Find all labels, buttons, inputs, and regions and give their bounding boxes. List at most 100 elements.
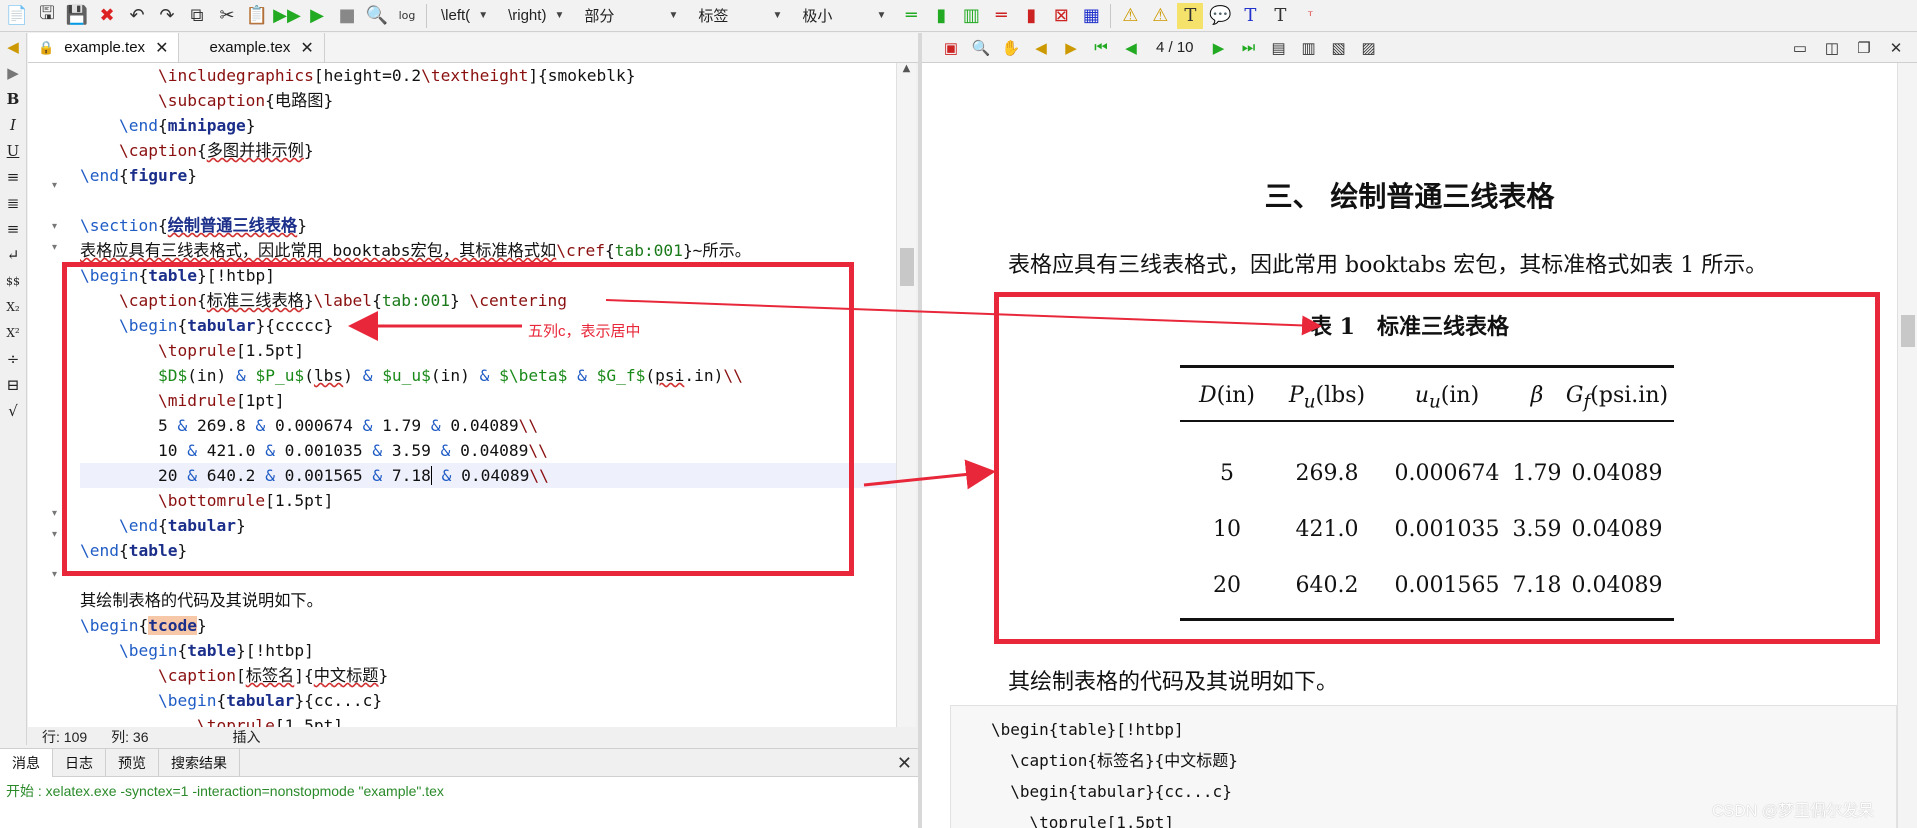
- zoom-icon[interactable]: 🔍: [970, 37, 992, 59]
- sqrt-icon[interactable]: √: [2, 399, 24, 423]
- open-icon[interactable]: 🖫: [34, 3, 60, 29]
- table-col-icon[interactable]: ▥: [958, 3, 984, 29]
- paragraph: 其绘制表格的代码及其说明如下。: [1008, 670, 1339, 695]
- page-view-icon[interactable]: ▤: [1268, 37, 1290, 59]
- tab-label: example.tex: [209, 39, 291, 56]
- pdf-scrollbar[interactable]: [1897, 63, 1917, 828]
- code-line: \subcaption{电路图}: [157, 91, 334, 110]
- tab-label: example.tex: [64, 39, 146, 56]
- build-message: 开始 : xelatex.exe -synctex=1 -interaction…: [6, 783, 444, 799]
- tab-messages[interactable]: 消息: [0, 748, 53, 777]
- tab-example-tex-active[interactable]: 🔒 example.tex ✕: [28, 33, 180, 62]
- main-toolbar: 📄 🖫 💾 ✖ ↶ ↷ ⧉ ✂ 📋 ▶▶ ▶ ■ 🔍 log \left(▼ \…: [0, 0, 1917, 32]
- close-tab-icon[interactable]: ✕: [155, 38, 168, 58]
- comment-icon[interactable]: 💬: [1207, 3, 1233, 29]
- page-width-icon[interactable]: ▧: [1328, 37, 1350, 59]
- table-align-icon[interactable]: ▦: [1078, 3, 1104, 29]
- tab-search-results[interactable]: 搜索结果: [159, 748, 240, 777]
- bold-icon[interactable]: B: [2, 87, 24, 111]
- forward-icon[interactable]: ▶: [1060, 37, 1082, 59]
- size-select[interactable]: 极小 ▼: [794, 3, 894, 29]
- quick-build-icon[interactable]: ▶▶: [273, 3, 301, 29]
- newline-icon[interactable]: ↵: [2, 243, 24, 267]
- log-icon[interactable]: log: [394, 3, 420, 29]
- align-left-icon[interactable]: ≡: [2, 165, 24, 189]
- align-right-icon[interactable]: ≡: [2, 217, 24, 241]
- fold-icon[interactable]: ▾: [52, 242, 57, 253]
- superscript-icon[interactable]: X²: [2, 321, 24, 345]
- paste-icon[interactable]: 📋: [244, 3, 270, 29]
- page-indicator[interactable]: 4 / 10: [1150, 39, 1200, 56]
- left-toolbar: ◀ ▶ B I U ≡ ≣ ≡ ↵ $$ X₂ X² ÷ ⊟ √: [0, 33, 27, 745]
- editor-scrollbar[interactable]: ▲: [896, 63, 916, 727]
- fold-icon[interactable]: ▾: [52, 529, 57, 540]
- next-page-icon[interactable]: ▶: [1208, 37, 1230, 59]
- dfrac-icon[interactable]: ⊟: [2, 373, 24, 397]
- right-delimiter-select[interactable]: \right) ▼: [500, 3, 572, 29]
- lock-icon: 🔒: [38, 39, 55, 55]
- fold-icon[interactable]: ▾: [52, 221, 57, 232]
- page-fit-icon[interactable]: ▥: [1298, 37, 1320, 59]
- hline-icon[interactable]: ═: [898, 3, 924, 29]
- page-continuous-icon[interactable]: ▨: [1358, 37, 1380, 59]
- tab-preview[interactable]: 预览: [106, 748, 159, 777]
- scroll-thumb[interactable]: [900, 248, 914, 286]
- status-bar: 行: 109 列: 36 插入: [28, 727, 918, 747]
- delete-row-icon[interactable]: ═: [988, 3, 1014, 29]
- code-line: \includegraphics[height=0.2\textheight]{…: [157, 66, 636, 85]
- arrow-right-icon[interactable]: ▶: [2, 61, 24, 85]
- close-viewer-icon[interactable]: ✕: [1885, 37, 1907, 59]
- minimize-icon[interactable]: ▭: [1789, 37, 1811, 59]
- warning-icon[interactable]: ⚠: [1117, 3, 1143, 29]
- align-center-icon[interactable]: ≣: [2, 191, 24, 215]
- save-icon[interactable]: 💾: [64, 3, 90, 29]
- first-page-icon[interactable]: ⏮: [1090, 37, 1112, 59]
- undo-icon[interactable]: ↶: [124, 3, 150, 29]
- vline-icon[interactable]: ▮: [928, 3, 954, 29]
- left-delimiter-select[interactable]: \left(▼: [433, 3, 496, 29]
- italic-icon[interactable]: I: [2, 113, 24, 137]
- section-select[interactable]: 部分 ▼: [576, 3, 686, 29]
- cut-icon[interactable]: ✂: [214, 3, 240, 29]
- prev-page-icon[interactable]: ◀: [1120, 37, 1142, 59]
- close-icon[interactable]: ✖: [94, 3, 120, 29]
- view-icon[interactable]: 🔍: [364, 3, 390, 29]
- separator: [426, 3, 427, 28]
- warning-alt-icon[interactable]: ⚠: [1147, 3, 1173, 29]
- arrow-left-icon[interactable]: ◀: [2, 35, 24, 59]
- text-red-icon[interactable]: ᵀ: [1297, 3, 1323, 29]
- tab-example-tex[interactable]: example.tex ✕: [179, 33, 325, 62]
- back-icon[interactable]: ◀: [1030, 37, 1052, 59]
- fold-icon[interactable]: ▾: [52, 508, 57, 519]
- run-icon[interactable]: ▶: [304, 3, 330, 29]
- fold-icon[interactable]: ▾: [52, 569, 57, 580]
- stop-icon[interactable]: ■: [334, 3, 360, 29]
- redo-icon[interactable]: ↷: [154, 3, 180, 29]
- close-tab-icon[interactable]: ✕: [300, 38, 313, 58]
- split-view-icon[interactable]: ◫: [1821, 37, 1843, 59]
- scroll-thumb[interactable]: [1901, 315, 1915, 347]
- hand-icon[interactable]: ✋: [1000, 37, 1022, 59]
- text-blue-icon[interactable]: T: [1237, 3, 1263, 29]
- underline-icon[interactable]: U: [2, 139, 24, 163]
- text-icon[interactable]: T: [1177, 2, 1204, 29]
- new-file-icon[interactable]: 📄: [4, 3, 30, 29]
- label-select[interactable]: 标签 ▼: [690, 3, 790, 29]
- copy-icon[interactable]: ⧉: [184, 3, 210, 29]
- highlight-box-code: [62, 262, 854, 576]
- dollar-math-icon[interactable]: $$: [2, 269, 24, 293]
- fold-icon[interactable]: ▾: [52, 180, 57, 191]
- subscript-icon[interactable]: X₂: [2, 295, 24, 319]
- editor-tab-bar: 🔒 example.tex ✕ example.tex ✕: [28, 33, 918, 63]
- pdf-icon[interactable]: ▣: [940, 37, 962, 59]
- table-cross-icon[interactable]: ⊠: [1048, 3, 1074, 29]
- close-panel-icon[interactable]: ✕: [897, 753, 912, 774]
- tab-log[interactable]: 日志: [53, 748, 106, 777]
- code-line: \end{minipage}: [118, 116, 256, 135]
- text-dark-icon[interactable]: T: [1267, 3, 1293, 29]
- last-page-icon[interactable]: ⏭: [1238, 37, 1260, 59]
- delete-col-icon[interactable]: ▮: [1018, 3, 1044, 29]
- restore-icon[interactable]: ❐: [1853, 37, 1875, 59]
- scroll-up-icon[interactable]: ▲: [897, 63, 916, 74]
- fraction-icon[interactable]: ÷: [2, 347, 24, 371]
